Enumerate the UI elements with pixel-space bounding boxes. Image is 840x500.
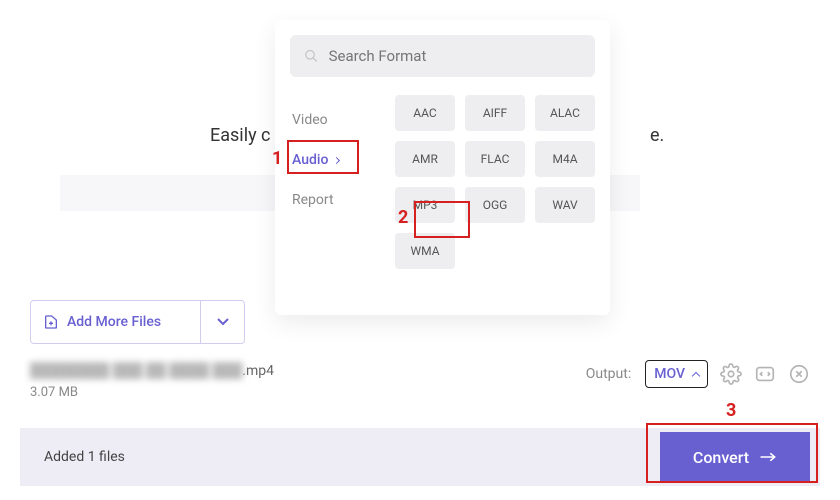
format-alac[interactable]: ALAC bbox=[535, 95, 595, 131]
add-file-icon bbox=[43, 313, 59, 331]
hero-text-left: Easily c bbox=[210, 125, 270, 146]
category-report[interactable]: Report bbox=[290, 180, 367, 220]
output-format-select[interactable]: MOV bbox=[645, 360, 708, 388]
bottom-bar: Added 1 files Convert bbox=[20, 428, 820, 486]
search-icon bbox=[304, 48, 319, 64]
format-flac[interactable]: FLAC bbox=[465, 141, 525, 177]
settings-button[interactable] bbox=[720, 363, 742, 385]
chevron-up-icon bbox=[692, 372, 700, 380]
category-video[interactable]: Video bbox=[290, 100, 367, 140]
format-wav[interactable]: WAV bbox=[535, 187, 595, 223]
format-grid: AAC AIFF ALAC AMR FLAC M4A MP3 OGG WAV W… bbox=[395, 95, 595, 269]
file-name-blurred: ████████ ███ ██ ████ ███ bbox=[30, 363, 242, 379]
add-more-dropdown[interactable] bbox=[200, 301, 244, 343]
convert-button-label: Convert bbox=[693, 448, 749, 467]
add-more-files-bar: Add More Files bbox=[30, 300, 245, 344]
category-list: Video Audio Report bbox=[290, 95, 367, 269]
files-count-text: Added 1 files bbox=[44, 449, 125, 465]
format-ogg[interactable]: OGG bbox=[465, 187, 525, 223]
format-m4a[interactable]: M4A bbox=[535, 141, 595, 177]
hero-text-right: e. bbox=[650, 125, 664, 146]
format-picker-panel: Video Audio Report AAC AIFF ALAC AMR FLA… bbox=[275, 20, 610, 315]
arrow-right-icon bbox=[759, 451, 777, 463]
file-extension: .mp4 bbox=[242, 363, 274, 379]
format-search-box[interactable] bbox=[290, 35, 595, 77]
edit-button[interactable] bbox=[754, 363, 776, 385]
category-audio-label: Audio bbox=[292, 152, 328, 168]
add-more-files-label: Add More Files bbox=[67, 314, 161, 330]
gear-icon bbox=[720, 363, 742, 385]
chevron-right-icon bbox=[333, 156, 340, 163]
remove-button[interactable] bbox=[788, 363, 810, 385]
code-icon bbox=[754, 363, 776, 385]
annotation-number-3: 3 bbox=[726, 400, 736, 421]
format-aiff[interactable]: AIFF bbox=[465, 95, 525, 131]
add-more-files-button[interactable]: Add More Files bbox=[31, 301, 200, 343]
format-wma[interactable]: WMA bbox=[395, 233, 455, 269]
category-audio[interactable]: Audio bbox=[290, 140, 367, 180]
convert-button[interactable]: Convert bbox=[660, 432, 810, 482]
file-actions: Output: MOV bbox=[586, 360, 810, 388]
close-icon bbox=[788, 363, 810, 385]
format-amr[interactable]: AMR bbox=[395, 141, 455, 177]
output-format-value: MOV bbox=[654, 366, 685, 382]
search-input[interactable] bbox=[329, 47, 581, 65]
format-mp3[interactable]: MP3 bbox=[395, 187, 455, 223]
chevron-down-icon bbox=[217, 318, 229, 326]
output-label: Output: bbox=[586, 366, 631, 382]
format-aac[interactable]: AAC bbox=[395, 95, 455, 131]
